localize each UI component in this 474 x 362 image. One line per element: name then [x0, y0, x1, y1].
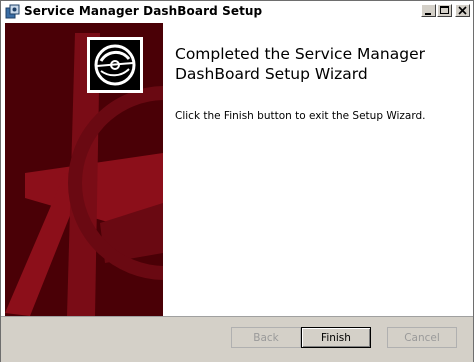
maximize-icon [440, 6, 449, 14]
minimize-icon [425, 13, 431, 15]
close-button[interactable] [455, 4, 470, 17]
setup-icon [5, 4, 20, 19]
button-bar: Back Finish Cancel [1, 316, 473, 362]
disc-icon [87, 37, 143, 93]
setup-window: Service Manager DashBoard Setup Complete… [0, 0, 474, 362]
minimize-button[interactable] [421, 4, 436, 17]
page-title: Completed the Service Manager DashBoard … [175, 45, 425, 83]
instruction-text: Click the Finish button to exit the Setu… [175, 110, 426, 122]
wizard-content: Completed the Service Manager DashBoard … [1, 23, 473, 316]
cancel-button[interactable]: Cancel [387, 327, 457, 348]
back-button[interactable]: Back [231, 327, 301, 348]
window-title: Service Manager DashBoard Setup [24, 4, 263, 18]
title-bar[interactable]: Service Manager DashBoard Setup [1, 1, 473, 24]
finish-button[interactable]: Finish [301, 327, 371, 348]
close-icon [458, 6, 467, 15]
wizard-banner [5, 23, 163, 316]
maximize-button[interactable] [437, 4, 452, 17]
